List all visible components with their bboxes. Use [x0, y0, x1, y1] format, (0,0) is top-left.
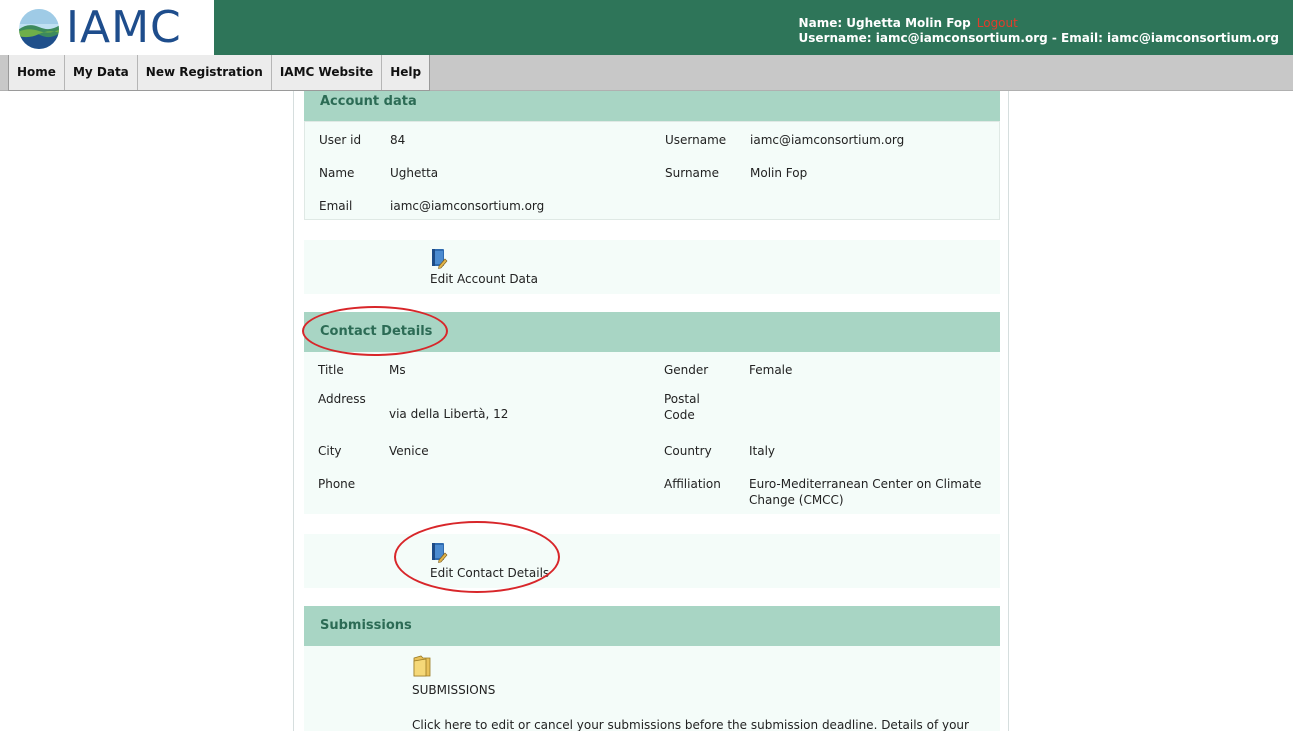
edit-book-icon	[432, 249, 448, 269]
edit-contact-label: Edit Contact Details	[430, 566, 550, 580]
edit-account-label: Edit Account Data	[430, 272, 538, 286]
user-name: Name: Ughetta Molin Fop	[798, 16, 971, 30]
submissions-panel: SUBMISSIONS Click here to edit or cancel…	[304, 646, 1000, 731]
account-data-heading: Account data	[304, 91, 1000, 121]
user-id-label: User id	[319, 133, 362, 147]
nav-my-data[interactable]: My Data	[65, 55, 138, 90]
title-label: Title	[318, 363, 344, 377]
country-value: Italy	[749, 444, 776, 458]
edit-account-panel: Edit Account Data	[304, 240, 1000, 294]
submissions-folder-label: SUBMISSIONS	[412, 683, 496, 697]
submissions-description: Click here to edit or cancel your submis…	[412, 718, 969, 731]
edit-contact-panel: Edit Contact Details	[304, 534, 1000, 588]
email-label: Email	[319, 199, 353, 213]
logo-text: IAMC	[66, 2, 182, 53]
edit-account-button[interactable]: Edit Account Data	[418, 248, 548, 290]
username-label: Username	[665, 133, 727, 147]
user-id-value: 84	[390, 133, 406, 147]
affiliation-value-line2: Change (CMCC)	[749, 493, 844, 507]
logo[interactable]: IAMC	[0, 0, 214, 55]
nav-help[interactable]: Help	[382, 55, 429, 90]
contact-details-heading: Contact Details	[304, 312, 1000, 352]
username-value: iamc@iamconsortium.org	[750, 133, 905, 147]
city-value: Venice	[389, 444, 429, 458]
nav-menu: Home My Data New Registration IAMC Websi…	[8, 55, 431, 91]
submissions-folder-button[interactable]: SUBMISSIONS	[400, 654, 520, 697]
surname-value: Molin Fop	[750, 166, 808, 180]
title-value: Ms	[389, 363, 406, 377]
phone-label: Phone	[318, 477, 356, 491]
affiliation-value-line1: Euro-Mediterranean Center on Climate	[749, 477, 982, 491]
account-data-panel: User id 84 Username iamc@iamconsortium.o…	[304, 121, 1000, 220]
submissions-heading: Submissions	[304, 606, 1000, 646]
affiliation-label: Affiliation	[664, 477, 721, 491]
address-value: via della Libertà, 12	[389, 407, 509, 421]
email-value: iamc@iamconsortium.org	[390, 199, 545, 213]
iamc-logo-icon	[19, 9, 59, 49]
header: IAMC Name: Ughetta Molin Fop Logout Usern…	[0, 0, 1293, 55]
user-info: Name: Ughetta Molin Fop Logout Username: …	[799, 16, 1279, 46]
name-label: Name	[319, 166, 355, 180]
gender-value: Female	[749, 363, 793, 377]
country-label: Country	[664, 444, 712, 458]
surname-label: Surname	[665, 166, 719, 180]
nav-new-registration[interactable]: New Registration	[138, 55, 272, 90]
nav-home[interactable]: Home	[9, 55, 65, 90]
contact-details-panel: Title Ms Gender Female Address via della…	[304, 352, 1000, 514]
address-label: Address	[318, 392, 366, 406]
user-account: Username: iamc@iamconsortium.org - Email…	[798, 31, 1279, 45]
postal-code-label-line2: Code	[664, 408, 695, 422]
nav-bar: Home My Data New Registration IAMC Websi…	[0, 55, 1293, 91]
nav-iamc-website[interactable]: IAMC Website	[272, 55, 383, 90]
main-content: Account data User id 84 Username iamc@ia…	[293, 91, 1009, 731]
gender-label: Gender	[664, 363, 709, 377]
edit-contact-button[interactable]: Edit Contact Details	[418, 542, 558, 584]
edit-book-icon	[432, 543, 448, 563]
folder-icon	[413, 655, 431, 677]
name-value: Ughetta	[390, 166, 439, 180]
postal-code-label-line1: Postal	[664, 392, 700, 406]
city-label: City	[318, 444, 342, 458]
logout-link[interactable]: Logout	[977, 16, 1018, 30]
